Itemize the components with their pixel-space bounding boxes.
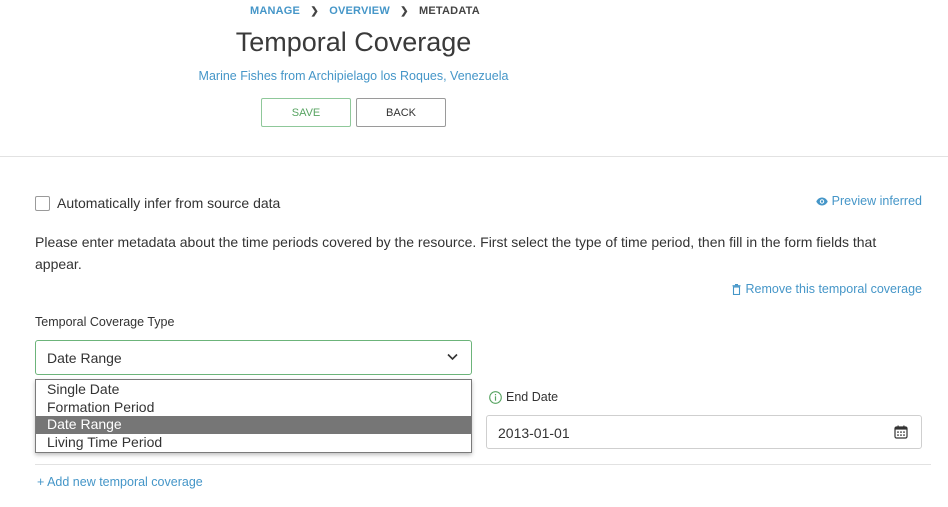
end-date-value: 2013-01-01	[498, 425, 570, 441]
breadcrumb-manage[interactable]: MANAGE	[250, 5, 300, 17]
trash-icon	[732, 283, 741, 295]
chevron-down-icon	[447, 353, 458, 361]
breadcrumb-separator-icon: ❯	[400, 6, 409, 17]
header-area: MANAGE ❯ OVERVIEW ❯ METADATA Temporal Co…	[0, 0, 948, 157]
remove-coverage-link[interactable]: Remove this temporal coverage	[732, 282, 922, 296]
breadcrumb: MANAGE ❯ OVERVIEW ❯ METADATA	[250, 5, 480, 17]
breadcrumb-separator-icon: ❯	[310, 6, 319, 17]
option-date-range[interactable]: Date Range	[36, 416, 471, 434]
end-date-label-text: End Date	[506, 390, 559, 404]
divider	[35, 464, 931, 465]
eye-icon	[815, 197, 828, 205]
preview-inferred-link[interactable]: Preview inferred	[815, 194, 922, 208]
coverage-type-label: Temporal Coverage Type	[35, 315, 175, 329]
coverage-type-select[interactable]: Date Range	[35, 340, 472, 375]
intro-text: Please enter metadata about the time per…	[35, 234, 877, 272]
resource-title: Marine Fishes from Archipielago los Roqu…	[198, 69, 509, 83]
preview-inferred-label: Preview inferred	[831, 194, 922, 208]
info-icon	[489, 390, 502, 404]
breadcrumb-current: METADATA	[419, 5, 480, 17]
infer-checkbox-label[interactable]: Automatically infer from source data	[57, 195, 280, 211]
remove-coverage-label: Remove this temporal coverage	[745, 282, 922, 296]
option-living-time-period[interactable]: Living Time Period	[36, 434, 471, 452]
option-single-date[interactable]: Single Date	[36, 381, 471, 399]
end-date-input[interactable]: 2013-01-01	[486, 415, 922, 449]
option-formation-period[interactable]: Formation Period	[36, 399, 471, 417]
infer-checkbox[interactable]	[35, 196, 50, 211]
save-button[interactable]: SAVE	[261, 98, 351, 127]
back-button[interactable]: BACK	[356, 98, 446, 127]
add-coverage-link[interactable]: + Add new temporal coverage	[37, 475, 203, 489]
page-title: Temporal Coverage	[235, 27, 472, 57]
calendar-icon[interactable]	[894, 425, 908, 439]
coverage-type-dropdown: Single Date Formation Period Date Range …	[35, 379, 472, 453]
coverage-type-value: Date Range	[47, 350, 122, 366]
breadcrumb-overview[interactable]: OVERVIEW	[329, 5, 390, 17]
end-date-label: End Date	[489, 390, 558, 404]
